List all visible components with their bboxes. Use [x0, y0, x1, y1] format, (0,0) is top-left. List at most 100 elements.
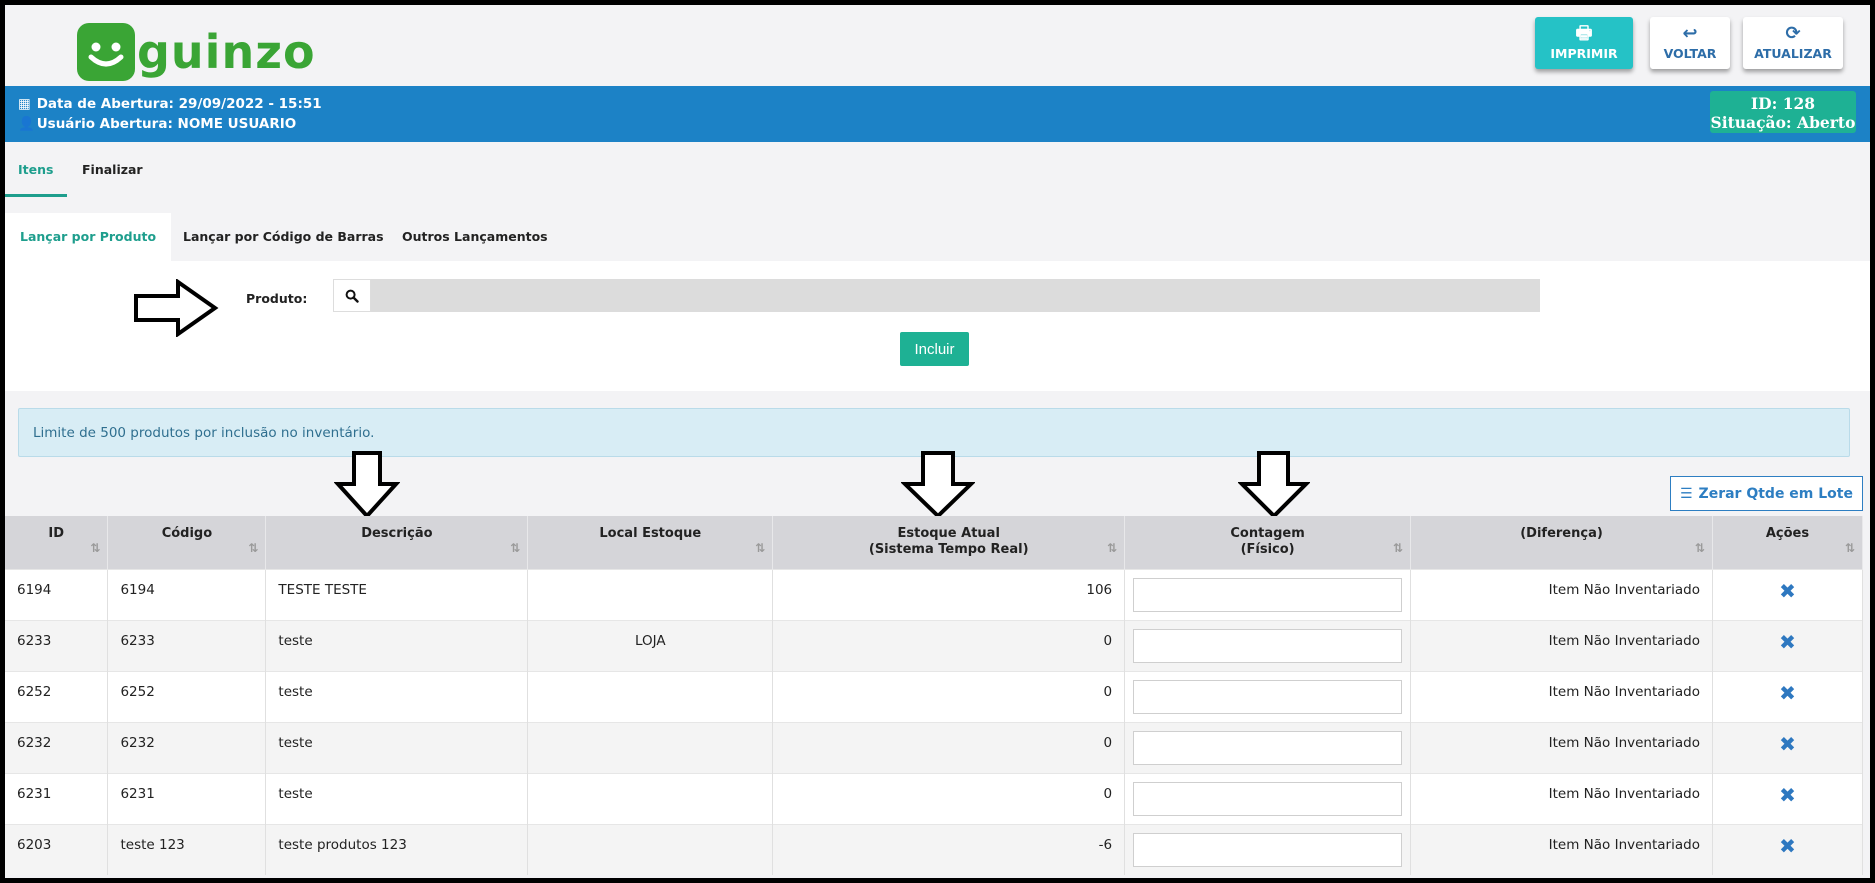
- column-header-estoque-atual[interactable]: Estoque Atual (Sistema Tempo Real) ⇅: [772, 516, 1126, 569]
- cell-code: 6252: [107, 670, 267, 722]
- back-button[interactable]: ↩ VOLTAR: [1650, 17, 1730, 69]
- opening-user: Usuário Abertura: NOME USUARIO: [36, 116, 297, 132]
- inventory-status: Situação: Aberto: [1710, 113, 1856, 132]
- opening-date: Data de Abertura: 29/09/2022 - 15:51: [36, 96, 322, 112]
- cell-local: [527, 568, 774, 620]
- cell-description: teste: [265, 670, 529, 722]
- column-header-diferenca[interactable]: (Diferença) ⇅: [1410, 516, 1713, 569]
- sort-icon: ⇅: [1694, 540, 1705, 555]
- column-header-id[interactable]: ID ⇅: [5, 516, 109, 569]
- arrow-down-annotation: [901, 451, 975, 519]
- column-header-acoes[interactable]: Ações ⇅: [1712, 516, 1864, 569]
- product-label: Produto:: [246, 291, 308, 306]
- logo-text: guinzo: [137, 25, 316, 79]
- count-input[interactable]: [1133, 679, 1403, 714]
- remove-icon[interactable]: ✖: [1779, 732, 1796, 756]
- cell-stock: 0: [772, 721, 1126, 773]
- subtab-lancar-por-produto[interactable]: Lançar por Produto: [5, 213, 172, 261]
- tab-finalizar[interactable]: Finalizar: [82, 162, 143, 177]
- cell-count: [1124, 772, 1412, 824]
- cell-id: 6231: [5, 772, 109, 824]
- table-row: 6252 6252 teste 0 Item Não Inventariado …: [5, 670, 1864, 722]
- include-button[interactable]: Incluir: [900, 332, 969, 366]
- arrow-down-annotation: [1238, 451, 1310, 519]
- count-input[interactable]: [1133, 577, 1403, 612]
- cell-count: [1124, 823, 1412, 875]
- cell-count: [1124, 670, 1412, 722]
- reply-arrow-icon: ↩: [1682, 23, 1698, 44]
- table-row: 6231 6231 teste 0 Item Não Inventariado …: [5, 772, 1864, 824]
- top-bar: guinzo 🖶 IMPRIMIR ↩ VOLTAR ⟳ ATUALIZAR: [5, 5, 1870, 86]
- column-header-local-estoque[interactable]: Local Estoque ⇅: [527, 516, 774, 569]
- cell-difference: Item Não Inventariado: [1410, 721, 1713, 773]
- cell-difference: Item Não Inventariado: [1410, 619, 1713, 671]
- cell-difference: Item Não Inventariado: [1410, 670, 1713, 722]
- logo: guinzo: [77, 13, 316, 81]
- cell-description: teste: [265, 772, 529, 824]
- remove-icon[interactable]: ✖: [1779, 681, 1796, 705]
- refresh-button-label: ATUALIZAR: [1754, 46, 1832, 61]
- sort-icon: ⇅: [755, 540, 766, 555]
- count-input[interactable]: [1133, 730, 1403, 765]
- cell-description: teste: [265, 619, 529, 671]
- column-header-contagem[interactable]: Contagem (Físico) ⇅: [1124, 516, 1412, 569]
- cell-description: TESTE TESTE: [265, 568, 529, 620]
- cell-code: teste 123: [107, 823, 267, 875]
- printer-icon: 🖶: [1575, 23, 1593, 44]
- cell-difference: Item Não Inventariado: [1410, 823, 1713, 875]
- count-input[interactable]: [1133, 781, 1403, 816]
- cell-count: [1124, 619, 1412, 671]
- subtab-lancar-por-codigo-de-barras[interactable]: Lançar por Código de Barras: [168, 213, 399, 261]
- opening-user-line: 👤 Usuário Abertura: NOME USUARIO: [18, 114, 322, 134]
- table-row: 6194 6194 TESTE TESTE 106 Item Não Inven…: [5, 568, 1864, 620]
- column-header-codigo[interactable]: Código ⇅: [107, 516, 267, 569]
- batch-reset-label: Zerar Qtde em Lote: [1698, 485, 1853, 502]
- cell-actions: ✖: [1712, 670, 1864, 722]
- print-button-label: IMPRIMIR: [1550, 46, 1618, 61]
- active-tab-indicator: [5, 194, 67, 197]
- cell-code: 6233: [107, 619, 267, 671]
- status-badge: ID: 128 Situação: Aberto: [1710, 91, 1856, 133]
- print-button[interactable]: 🖶 IMPRIMIR: [1535, 17, 1633, 69]
- refresh-button[interactable]: ⟳ ATUALIZAR: [1743, 17, 1843, 69]
- cell-description: teste produtos 123: [265, 823, 529, 875]
- subtab-outros-lancamentos[interactable]: Outros Lançamentos: [387, 213, 563, 261]
- cell-actions: ✖: [1712, 772, 1864, 824]
- product-search-input[interactable]: [371, 279, 1540, 312]
- cell-stock: 0: [772, 670, 1126, 722]
- sort-icon: ⇅: [1844, 540, 1855, 555]
- batch-reset-button[interactable]: ☰ Zerar Qtde em Lote: [1670, 476, 1863, 511]
- remove-icon[interactable]: ✖: [1779, 630, 1796, 654]
- cell-local: [527, 670, 774, 722]
- count-input[interactable]: [1133, 628, 1403, 663]
- logo-mark-icon: [77, 23, 135, 81]
- back-button-label: VOLTAR: [1663, 46, 1717, 61]
- search-icon[interactable]: [333, 279, 371, 312]
- user-icon: 👤: [18, 116, 35, 132]
- product-search: [333, 279, 1540, 312]
- remove-icon[interactable]: ✖: [1779, 783, 1796, 807]
- inventory-info-bar: ▦ Data de Abertura: 29/09/2022 - 15:51 👤…: [5, 86, 1870, 142]
- cell-actions: ✖: [1712, 619, 1864, 671]
- cell-count: [1124, 721, 1412, 773]
- column-header-descricao[interactable]: Descrição ⇅: [265, 516, 529, 569]
- inventory-table: ID ⇅ Código ⇅ Descrição ⇅ Local Estoque ⇅ Es…: [5, 516, 1864, 875]
- tab-itens[interactable]: Itens: [18, 162, 53, 177]
- count-input[interactable]: [1133, 832, 1403, 867]
- list-icon: ☰: [1679, 485, 1693, 502]
- cell-local: [527, 823, 774, 875]
- sub-tabs: Lançar por Produto Lançar por Código de …: [5, 213, 1870, 261]
- cell-difference: Item Não Inventariado: [1410, 568, 1713, 620]
- remove-icon[interactable]: ✖: [1779, 834, 1796, 858]
- main-tabs: Itens Finalizar: [5, 142, 1870, 197]
- app-frame: guinzo 🖶 IMPRIMIR ↩ VOLTAR ⟳ ATUALIZAR ▦…: [5, 5, 1870, 878]
- remove-icon[interactable]: ✖: [1779, 579, 1796, 603]
- sort-icon: ⇅: [510, 540, 521, 555]
- cell-id: 6233: [5, 619, 109, 671]
- cell-stock: 106: [772, 568, 1126, 620]
- product-entry-panel: Produto: Incluir: [5, 261, 1870, 391]
- cell-actions: ✖: [1712, 721, 1864, 773]
- cell-id: 6252: [5, 670, 109, 722]
- sort-icon: ⇅: [248, 540, 259, 555]
- calendar-icon: ▦: [18, 96, 31, 112]
